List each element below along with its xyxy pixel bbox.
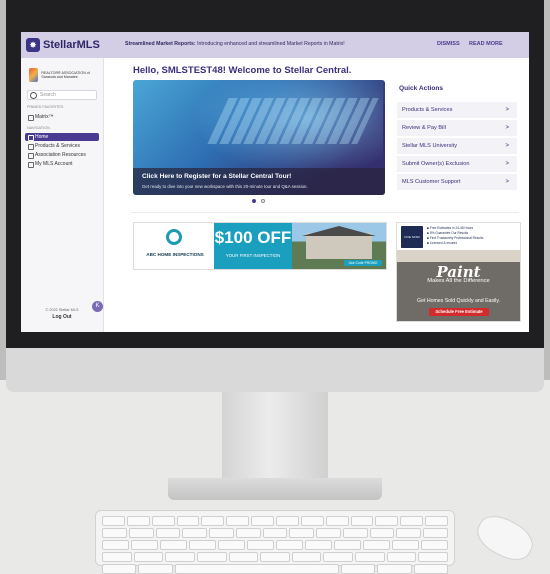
home-icon [28, 135, 34, 141]
navigation-header: NAVIGATION [27, 126, 50, 130]
inspection-offer: $100 OFF [214, 228, 292, 247]
chevron-right-icon: > [505, 107, 509, 113]
banner-message: Streamlined Market Reports: Introducing … [125, 41, 345, 47]
association-logo: REALTOR® ASSOCIATION of Sarasota and Man… [29, 66, 99, 84]
mouse [470, 508, 540, 568]
banner-lead: Streamlined Market Reports: [125, 41, 196, 47]
quick-action-products-services[interactable]: Products & Services > [397, 102, 517, 119]
read-more-link[interactable]: READ MORE [469, 41, 503, 47]
paint-ad-header: FIVE STAR Free Estimates in 24-48 Hours … [397, 223, 520, 250]
association-name: REALTOR® ASSOCIATION of Sarasota and Man… [41, 70, 90, 79]
inspection-offer-sub: YOUR FIRST INSPECTION [225, 253, 281, 258]
copyright: © 2022 Stellar MLS [45, 308, 79, 312]
pinned-item-label: Matrix™ [35, 114, 54, 120]
quick-action-owner-exclusion[interactable]: Submit Owner(s) Exclusion > [397, 156, 517, 173]
paint-feature-list: Free Estimates in 24-48 Hours 5% Guarant… [427, 226, 484, 246]
pinned-favorites-header: PINNED FAVORITES [27, 105, 64, 109]
quick-action-mls-university[interactable]: Stellar MLS University > [397, 138, 517, 155]
logout-link[interactable]: Log Out [21, 314, 103, 320]
hero-carousel-slide[interactable]: Click Here to Register for a Stellar Cen… [133, 80, 385, 195]
hero-keyboard-graphic [207, 98, 379, 144]
paint-tagline: Makes All the Difference [427, 278, 490, 284]
house-roof [302, 226, 376, 236]
house-body [306, 233, 372, 259]
monitor-base [168, 478, 382, 500]
paint-feature: Licensed & Insured [427, 241, 483, 246]
user-icon [28, 162, 34, 168]
quick-action-label: Products & Services [402, 107, 453, 113]
monitor-stand [222, 392, 328, 482]
sidebar-item-association-resources[interactable]: Association Resources [25, 151, 99, 159]
hero-subtitle: Get ready to dive into your new workspac… [142, 184, 308, 189]
section-divider [131, 212, 519, 213]
keyboard-row [102, 528, 448, 538]
stellar-star-icon: ✸ [26, 38, 40, 52]
keyboard-row [102, 552, 449, 562]
search-icon [30, 92, 37, 99]
chevron-right-icon: > [505, 143, 509, 149]
keyboard-row [102, 540, 448, 550]
association-emblem-icon [29, 68, 39, 82]
sidebar-item-label: Products & Services [35, 143, 81, 149]
quick-action-label: Submit Owner(s) Exclusion [402, 161, 470, 167]
dismiss-button[interactable]: DISMISS [437, 41, 460, 47]
magnifier-house-icon [166, 229, 182, 245]
grid-icon [28, 144, 34, 150]
monitor-chin [6, 348, 544, 392]
matrix-icon [28, 115, 34, 121]
logo-text: StellarMLS [43, 39, 100, 51]
chevron-right-icon: > [505, 125, 509, 131]
quick-action-label: Stellar MLS University [402, 143, 458, 149]
keyboard [95, 510, 455, 574]
building-icon [28, 153, 34, 159]
sidebar-item-label: My MLS Account [35, 161, 73, 167]
paint-ad-banner[interactable]: FIVE STAR Free Estimates in 24-48 Hours … [396, 222, 521, 322]
hero-caption: Click Here to Register for a Stellar Cen… [133, 168, 385, 195]
screen: ✸ StellarMLS Streamlined Market Reports:… [21, 32, 529, 332]
sidebar-item-label: Association Resources [35, 152, 86, 158]
top-banner: ✸ StellarMLS Streamlined Market Reports:… [21, 32, 529, 58]
paint-sold-text: Get Homes Sold Quickly and Easily. [417, 298, 500, 304]
pinned-item-matrix[interactable]: Matrix™ [25, 113, 99, 121]
quick-actions-panel: Quick Actions Products & Services > Revi… [397, 80, 517, 196]
carousel-dot[interactable] [261, 199, 265, 203]
hero-title: Click Here to Register for a Stellar Cen… [142, 173, 292, 180]
chevron-right-icon: > [505, 161, 509, 167]
sidebar-item-my-mls-account[interactable]: My MLS Account [25, 160, 99, 168]
quick-action-review-pay-bill[interactable]: Review & Pay Bill > [397, 120, 517, 137]
five-star-badge: FIVE STAR [401, 226, 423, 248]
carousel-dot-active[interactable] [252, 199, 256, 203]
keyboard-row [102, 516, 449, 526]
quick-action-label: MLS Customer Support [402, 179, 461, 185]
inspection-brand-panel: ABC HOME INSPECTIONS [134, 223, 214, 269]
sidebar: REALTOR® ASSOCIATION of Sarasota and Man… [21, 58, 104, 332]
welcome-heading: Hello, SMLSTEST48! Welcome to Stellar Ce… [133, 65, 352, 76]
stellar-logo[interactable]: ✸ StellarMLS [26, 37, 106, 53]
banner-body: Introducing enhanced and streamlined Mar… [197, 41, 345, 47]
quick-action-customer-support[interactable]: MLS Customer Support > [397, 174, 517, 191]
quick-action-label: Review & Pay Bill [402, 125, 446, 131]
schedule-estimate-button[interactable]: Schedule Free Estimate [429, 308, 489, 316]
promo-code: Use Code PROMO [344, 260, 382, 266]
sidebar-item-home[interactable]: Home [25, 133, 99, 141]
chevron-right-icon: > [505, 179, 509, 185]
house-photo: Use Code PROMO [292, 223, 386, 269]
inspection-ad-banner[interactable]: ABC HOME INSPECTIONS $100 OFF YOUR FIRST… [133, 222, 387, 270]
sidebar-item-products-services[interactable]: Products & Services [25, 142, 99, 150]
quick-actions-title: Quick Actions [399, 85, 444, 92]
search-input[interactable]: Search [27, 90, 97, 100]
sidebar-item-label: Home [35, 134, 49, 140]
inspection-brand: ABC HOME INSPECTIONS [146, 252, 204, 257]
inspection-offer-panel: $100 OFF YOUR FIRST INSPECTION [214, 223, 292, 269]
